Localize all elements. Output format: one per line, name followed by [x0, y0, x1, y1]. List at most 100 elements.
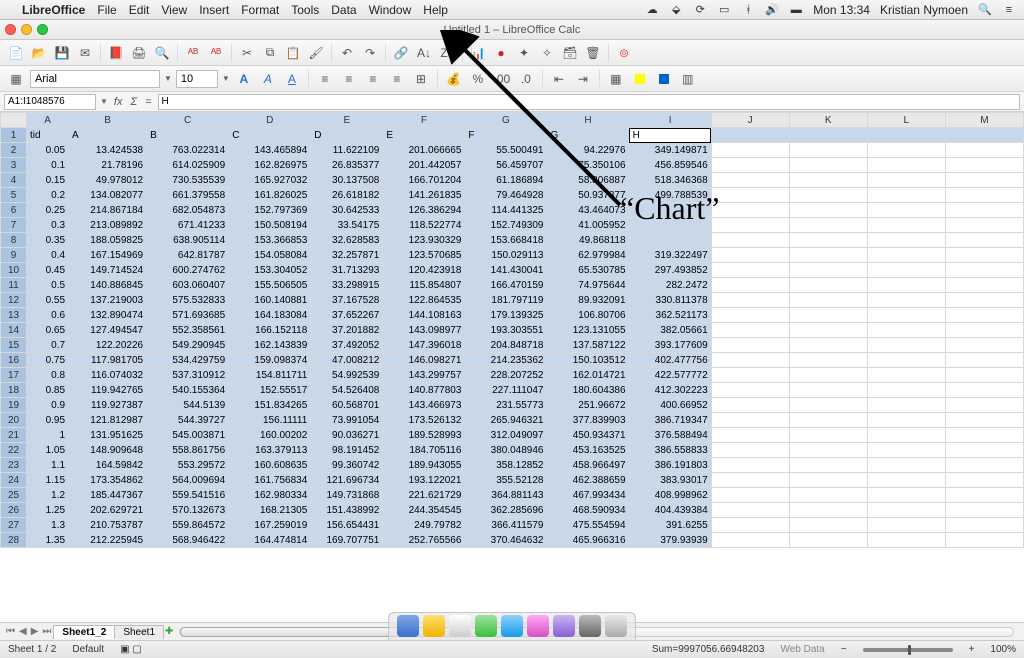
- cell[interactable]: 402.477756: [629, 353, 711, 368]
- cell[interactable]: 358.12852: [465, 458, 547, 473]
- cell[interactable]: [867, 218, 945, 233]
- cell[interactable]: [945, 128, 1023, 143]
- menu-insert[interactable]: Insert: [199, 3, 229, 17]
- dock-skype-icon[interactable]: [501, 615, 523, 637]
- cell[interactable]: [711, 173, 789, 188]
- cell[interactable]: 153.366853: [229, 233, 311, 248]
- merge-cells-button[interactable]: ⊞: [411, 69, 431, 89]
- dropbox-icon[interactable]: ⬙: [669, 3, 683, 17]
- cell[interactable]: [711, 533, 789, 548]
- more-button[interactable]: ▥: [678, 69, 698, 89]
- cell[interactable]: [789, 428, 867, 443]
- font-name-field[interactable]: [30, 70, 160, 88]
- cell[interactable]: 1.25: [27, 503, 69, 518]
- cell[interactable]: 376.588494: [629, 428, 711, 443]
- cell[interactable]: [945, 248, 1023, 263]
- cell[interactable]: 349.149871: [629, 143, 711, 158]
- cell[interactable]: [711, 218, 789, 233]
- cell[interactable]: 98.191452: [311, 443, 383, 458]
- cell[interactable]: 161.756834: [229, 473, 311, 488]
- cell[interactable]: 0.25: [27, 203, 69, 218]
- cell[interactable]: 160.140881: [229, 293, 311, 308]
- column-header-K[interactable]: K: [789, 113, 867, 128]
- cell[interactable]: 465.966316: [547, 533, 629, 548]
- cell[interactable]: 161.826025: [229, 188, 311, 203]
- cell[interactable]: 33.298915: [311, 278, 383, 293]
- cell[interactable]: [711, 128, 789, 143]
- cell[interactable]: [789, 263, 867, 278]
- cell[interactable]: 150.103512: [547, 353, 629, 368]
- cell[interactable]: 456.859546: [629, 158, 711, 173]
- cell[interactable]: 0.05: [27, 143, 69, 158]
- cell[interactable]: 185.447367: [69, 488, 147, 503]
- cell[interactable]: [789, 293, 867, 308]
- cell[interactable]: [789, 458, 867, 473]
- cell[interactable]: 297.493852: [629, 263, 711, 278]
- menu-file[interactable]: File: [97, 3, 116, 17]
- cell[interactable]: 730.535539: [147, 173, 229, 188]
- cell[interactable]: 0.2: [27, 188, 69, 203]
- cell[interactable]: 143.098977: [383, 323, 465, 338]
- cell[interactable]: 149.731868: [311, 488, 383, 503]
- cell[interactable]: [945, 458, 1023, 473]
- cell[interactable]: 642.81787: [147, 248, 229, 263]
- cell[interactable]: 0.4: [27, 248, 69, 263]
- menu-tools[interactable]: Tools: [291, 3, 319, 17]
- cell[interactable]: [945, 353, 1023, 368]
- cell[interactable]: 118.522774: [383, 218, 465, 233]
- cell[interactable]: 166.152118: [229, 323, 311, 338]
- cell[interactable]: 661.379558: [147, 188, 229, 203]
- cell[interactable]: [867, 248, 945, 263]
- column-header-A[interactable]: A: [27, 113, 69, 128]
- cell[interactable]: 154.811711: [229, 368, 311, 383]
- zoom-value[interactable]: 100%: [990, 644, 1016, 655]
- align-justify-button[interactable]: ≡: [387, 69, 407, 89]
- cell[interactable]: 518.346368: [629, 173, 711, 188]
- cell[interactable]: [789, 203, 867, 218]
- cell[interactable]: 180.604386: [547, 383, 629, 398]
- cell[interactable]: 1.35: [27, 533, 69, 548]
- cell[interactable]: 166.701204: [383, 173, 465, 188]
- cell[interactable]: [945, 203, 1023, 218]
- sync-icon[interactable]: ⟳: [693, 3, 707, 17]
- cell[interactable]: [789, 218, 867, 233]
- row-header-16[interactable]: 16: [1, 353, 27, 368]
- cell[interactable]: [711, 263, 789, 278]
- zoom-in-button[interactable]: +: [969, 644, 975, 655]
- show-draw-button[interactable]: ●: [491, 43, 511, 63]
- row-header-9[interactable]: 9: [1, 248, 27, 263]
- cell[interactable]: [711, 233, 789, 248]
- increase-indent-button[interactable]: ⇥: [573, 69, 593, 89]
- column-header-G[interactable]: G: [465, 113, 547, 128]
- menu-format[interactable]: Format: [241, 3, 279, 17]
- cell[interactable]: 0.35: [27, 233, 69, 248]
- cell[interactable]: [945, 428, 1023, 443]
- cell[interactable]: 58.806887: [547, 173, 629, 188]
- cell[interactable]: [945, 158, 1023, 173]
- cell[interactable]: 212.225945: [69, 533, 147, 548]
- cell[interactable]: 73.991054: [311, 413, 383, 428]
- cell[interactable]: [945, 488, 1023, 503]
- cell[interactable]: 404.439384: [629, 503, 711, 518]
- tab-prev-button[interactable]: ◀: [17, 626, 29, 637]
- cell[interactable]: [867, 533, 945, 548]
- cell[interactable]: 143.465894: [229, 143, 311, 158]
- cell[interactable]: 167.154969: [69, 248, 147, 263]
- cell[interactable]: 75.350106: [547, 158, 629, 173]
- cell[interactable]: 312.049097: [465, 428, 547, 443]
- print-button[interactable]: 🖨: [129, 43, 149, 63]
- datasources-button[interactable]: 🗃: [560, 43, 580, 63]
- cell[interactable]: [945, 218, 1023, 233]
- row-header-10[interactable]: 10: [1, 263, 27, 278]
- cell[interactable]: 193.303551: [465, 323, 547, 338]
- cell[interactable]: 227.111047: [465, 383, 547, 398]
- cell[interactable]: 362.521173: [629, 308, 711, 323]
- cell[interactable]: 140.877803: [383, 383, 465, 398]
- cell[interactable]: 181.797119: [465, 293, 547, 308]
- column-header-F[interactable]: F: [383, 113, 465, 128]
- cell[interactable]: 450.934371: [547, 428, 629, 443]
- cell[interactable]: 89.932091: [547, 293, 629, 308]
- menu-help[interactable]: Help: [423, 3, 448, 17]
- cell[interactable]: [789, 188, 867, 203]
- cell[interactable]: 422.577772: [629, 368, 711, 383]
